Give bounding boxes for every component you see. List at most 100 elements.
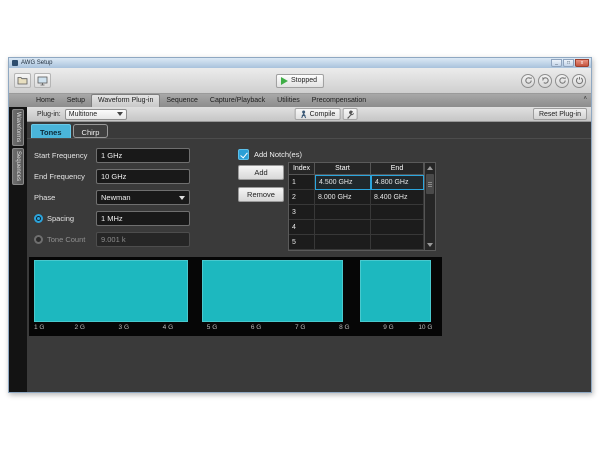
restart-icon: [524, 76, 533, 85]
tone-settings-form: Start Frequency End Frequency Phase Newm…: [34, 148, 190, 253]
tab-utilities[interactable]: Utilities: [271, 95, 306, 107]
end-frequency-label: End Frequency: [34, 172, 96, 181]
wrench-button[interactable]: [342, 108, 357, 120]
sidetab-sequences[interactable]: Sequences: [12, 148, 24, 185]
x-tick-label: 4 G: [163, 324, 173, 331]
tab-waveform-plugin[interactable]: Waveform Plug-in: [91, 94, 160, 107]
minimize-button[interactable]: _: [551, 59, 562, 67]
table-cell-start[interactable]: 8.000 GHz: [315, 190, 371, 205]
awg-setup-window: AWG Setup _ □ x Stopped: [8, 57, 592, 393]
add-notch-button[interactable]: Add: [238, 165, 284, 180]
spectrum-band: [360, 260, 431, 322]
undo-icon: [541, 76, 550, 85]
add-notches-label: Add Notch(es): [254, 150, 302, 159]
x-tick-label: 10 G: [418, 324, 432, 331]
run-state-label: Stopped: [291, 77, 317, 84]
chevron-down-icon: [179, 196, 185, 200]
sub-tab-row: Tones Chirp: [27, 122, 591, 139]
table-cell-end[interactable]: [371, 220, 424, 235]
scroll-up-icon[interactable]: [425, 163, 435, 173]
run-state-button[interactable]: Stopped: [276, 74, 324, 88]
x-tick-label: 6 G: [251, 324, 261, 331]
table-cell-end[interactable]: [371, 235, 424, 250]
start-frequency-input[interactable]: [96, 148, 190, 163]
table-cell-start[interactable]: [315, 205, 371, 220]
redo-icon: [558, 76, 567, 85]
table-cell-end[interactable]: 8.400 GHz: [371, 190, 424, 205]
subtab-tones[interactable]: Tones: [31, 124, 71, 138]
undo-button[interactable]: [538, 74, 552, 88]
tab-sequence[interactable]: Sequence: [160, 95, 204, 107]
redo-button[interactable]: [555, 74, 569, 88]
start-frequency-label: Start Frequency: [34, 151, 96, 160]
compile-button[interactable]: Compile: [295, 108, 341, 120]
power-button[interactable]: [572, 74, 586, 88]
plugin-label: Plug-in:: [37, 111, 61, 118]
spectrum-chart: 1 G2 G3 G4 G5 G6 G7 G8 G9 G10 G: [29, 257, 442, 336]
remove-notch-button[interactable]: Remove: [238, 187, 284, 202]
tone-count-radio[interactable]: [34, 235, 43, 244]
scrollbar-thumb[interactable]: [426, 174, 434, 194]
spacing-radio[interactable]: [34, 214, 43, 223]
compile-label: Compile: [310, 111, 336, 118]
spectrum-plot: [34, 260, 431, 322]
x-tick-label: 5 G: [207, 324, 217, 331]
end-frequency-input[interactable]: [96, 169, 190, 184]
column-header-index: Index: [289, 163, 315, 175]
table-cell-start[interactable]: [315, 220, 371, 235]
spacing-input[interactable]: [96, 211, 190, 226]
notch-table: Index Start End 1 4.500 GHz 4.800 GHz 2 …: [288, 162, 436, 251]
table-cell-index[interactable]: 1: [289, 175, 315, 190]
tab-capture-playback[interactable]: Capture/Playback: [204, 95, 271, 107]
tab-home[interactable]: Home: [30, 95, 61, 107]
wrench-icon: [345, 110, 354, 119]
open-button[interactable]: [14, 73, 31, 88]
multitone-panel: Tones Chirp Start Frequency End Frequenc…: [27, 122, 591, 392]
power-icon: [575, 76, 584, 85]
table-cell-start[interactable]: 4.500 GHz: [315, 175, 371, 190]
x-tick-label: 2 G: [74, 324, 84, 331]
spacing-label: Spacing: [47, 214, 74, 223]
restart-button[interactable]: [521, 74, 535, 88]
display-icon: [37, 76, 48, 86]
app-icon: [12, 60, 18, 66]
open-icon: [17, 76, 28, 85]
phase-dropdown[interactable]: Newman: [96, 190, 190, 205]
table-cell-end[interactable]: 4.800 GHz: [371, 175, 424, 190]
collapse-ribbon-icon[interactable]: ˄: [583, 96, 587, 102]
compile-icon: [300, 110, 308, 119]
reset-plugin-button[interactable]: Reset Plug-in: [533, 108, 587, 120]
menu-tab-bar: Home Setup Waveform Plug-in Sequence Cap…: [9, 94, 591, 107]
scroll-down-icon[interactable]: [425, 240, 435, 250]
add-notches-checkbox[interactable]: [238, 149, 249, 160]
x-tick-label: 1 G: [34, 324, 44, 331]
plugin-dropdown-value: Multitone: [69, 111, 97, 118]
table-scrollbar[interactable]: [424, 163, 435, 250]
table-cell-index[interactable]: 5: [289, 235, 315, 250]
table-cell-start[interactable]: [315, 235, 371, 250]
phase-label: Phase: [34, 193, 96, 202]
phase-dropdown-value: Newman: [101, 193, 131, 202]
notch-section: Add Notch(es) Add Remove Index Start End…: [238, 148, 302, 160]
spectrum-band: [34, 260, 188, 322]
tone-count-label: Tone Count: [47, 235, 85, 244]
tab-setup[interactable]: Setup: [61, 95, 91, 107]
tone-count-input[interactable]: [96, 232, 190, 247]
chevron-down-icon: [117, 112, 123, 116]
display-button[interactable]: [34, 73, 51, 88]
window-title: AWG Setup: [21, 60, 52, 66]
table-cell-end[interactable]: [371, 205, 424, 220]
x-tick-label: 9 G: [383, 324, 393, 331]
close-button[interactable]: x: [575, 59, 589, 67]
sidetab-waveforms[interactable]: Waveforms: [12, 109, 24, 146]
play-icon: [281, 77, 288, 85]
subtab-chirp[interactable]: Chirp: [73, 124, 109, 138]
table-cell-index[interactable]: 4: [289, 220, 315, 235]
column-header-start: Start: [315, 163, 371, 175]
table-cell-index[interactable]: 2: [289, 190, 315, 205]
restore-button[interactable]: □: [563, 59, 574, 67]
plugin-dropdown[interactable]: Multitone: [65, 109, 127, 120]
tab-precompensation[interactable]: Precompensation: [306, 95, 372, 107]
table-cell-index[interactable]: 3: [289, 205, 315, 220]
title-bar: AWG Setup _ □ x: [9, 58, 591, 68]
